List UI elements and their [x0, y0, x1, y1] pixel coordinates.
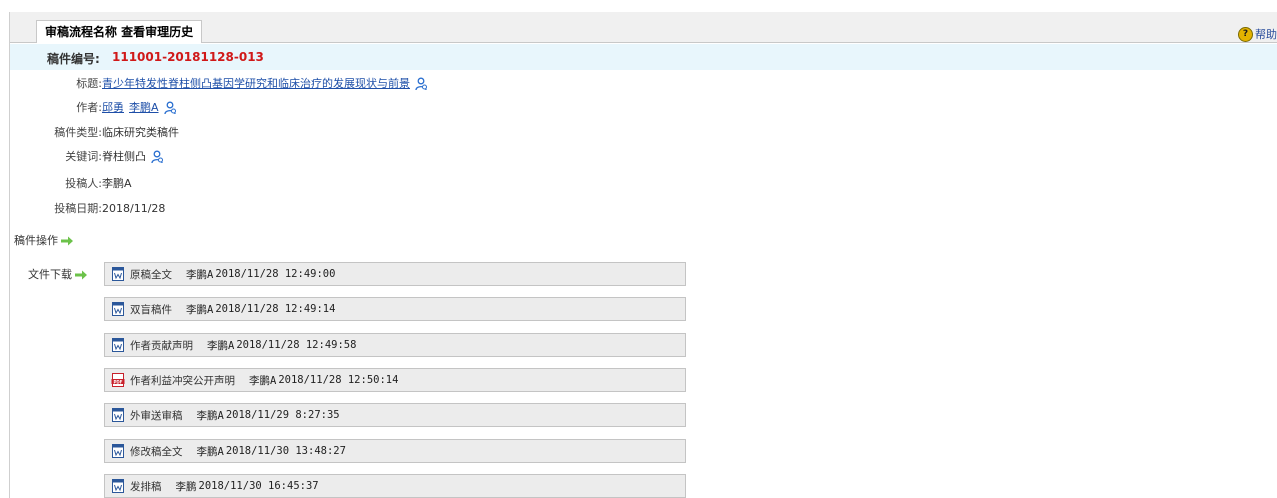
- file-uploader: 李鹏A: [249, 374, 277, 387]
- person-search-icon[interactable]: [414, 77, 428, 91]
- file-uploader: 李鹏: [175, 480, 197, 493]
- file-time: 2018/11/30 16:45:37: [198, 480, 319, 492]
- file-time: 2018/11/28 12:49:58: [236, 339, 357, 351]
- word-doc-icon: [112, 479, 124, 493]
- actions-label[interactable]: 稿件操作: [14, 232, 58, 250]
- word-doc-icon: [112, 408, 124, 422]
- date-value: 2018/11/28: [102, 202, 166, 215]
- date-row: 投稿日期: 2018/11/28: [0, 200, 165, 218]
- title-link[interactable]: 青少年特发性脊柱侧凸基因学研究和临床治疗的发展现状与前景: [102, 75, 410, 93]
- file-name[interactable]: 作者利益冲突公开声明: [130, 373, 235, 388]
- file-time: 2018/11/30 13:48:27: [225, 445, 346, 457]
- file-time: 2018/11/29 8:27:35: [225, 409, 340, 421]
- help-label: 帮助: [1255, 28, 1277, 41]
- author-link[interactable]: 邱勇: [102, 99, 124, 117]
- word-doc-icon: [112, 302, 124, 316]
- file-name[interactable]: 发排稿: [130, 479, 162, 494]
- file-name[interactable]: 作者贡献声明: [130, 338, 193, 353]
- file-name[interactable]: 外审送审稿: [130, 408, 183, 423]
- file-uploader: 李鹏A: [207, 339, 235, 352]
- svg-text:PDF: PDF: [114, 379, 123, 384]
- file-name[interactable]: 修改稿全文: [130, 444, 183, 459]
- date-label: 投稿日期:: [54, 202, 102, 215]
- type-value: 临床研究类稿件: [102, 126, 179, 139]
- manuscript-id-value: 111001-20181128-013: [112, 50, 264, 64]
- file-uploader: 李鹏A: [186, 303, 214, 316]
- file-uploader: 李鹏A: [196, 445, 224, 458]
- title-label: 标题:: [76, 77, 102, 90]
- tab-review-history[interactable]: 审稿流程名称 查看审理历史: [36, 20, 203, 43]
- file-item[interactable]: 发排稿 李鹏 2018/11/30 16:45:37: [104, 474, 686, 498]
- file-uploader: 李鹏A: [196, 409, 224, 422]
- file-uploader: 李鹏A: [186, 268, 214, 281]
- title-row: 标题: 青少年特发性脊柱侧凸基因学研究和临床治疗的发展现状与前景: [0, 75, 428, 93]
- person-search-icon[interactable]: [150, 150, 164, 164]
- file-time: 2018/11/28 12:49:00: [215, 268, 336, 280]
- word-doc-icon: [112, 338, 124, 352]
- author-link[interactable]: 李鹏A: [129, 99, 159, 117]
- word-doc-icon: [112, 267, 124, 281]
- authors-row: 作者: 邱勇 李鹏A: [0, 99, 177, 117]
- authors-label: 作者:: [76, 101, 102, 114]
- file-name[interactable]: 双盲稿件: [130, 302, 172, 317]
- help-icon: ?: [1238, 26, 1253, 42]
- actions-row[interactable]: 稿件操作: [14, 232, 74, 250]
- file-name[interactable]: 原稿全文: [130, 267, 172, 282]
- file-item[interactable]: PDF 作者利益冲突公开声明 李鹏A 2018/11/28 12:50:14: [104, 368, 686, 392]
- file-item[interactable]: 双盲稿件 李鹏A 2018/11/28 12:49:14: [104, 297, 686, 321]
- word-doc-icon: [112, 444, 124, 458]
- manuscript-id-bar: 稿件编号: 111001-20181128-013: [10, 44, 1277, 70]
- arrow-right-icon: [75, 270, 87, 280]
- tab-bar: 审稿流程名称 查看审理历史: [10, 12, 1277, 43]
- file-time: 2018/11/28 12:50:14: [278, 374, 399, 386]
- manuscript-id-label: 稿件编号:: [47, 52, 100, 66]
- downloads-label: 文件下载: [28, 268, 72, 281]
- pdf-icon: PDF: [111, 373, 125, 387]
- file-item[interactable]: 作者贡献声明 李鹏A 2018/11/28 12:49:58: [104, 333, 686, 357]
- keywords-label: 关键词:: [65, 150, 102, 163]
- file-item[interactable]: 原稿全文 李鹏A 2018/11/28 12:49:00: [104, 262, 686, 286]
- keywords-value: 脊柱侧凸: [102, 150, 146, 163]
- type-row: 稿件类型: 临床研究类稿件: [0, 124, 179, 142]
- submitter-label: 投稿人:: [65, 177, 102, 190]
- person-search-icon[interactable]: [163, 101, 177, 115]
- downloads-row: 文件下载: [28, 266, 88, 284]
- file-item[interactable]: 修改稿全文 李鹏A 2018/11/30 13:48:27: [104, 439, 686, 463]
- file-time: 2018/11/28 12:49:14: [215, 303, 336, 315]
- type-label: 稿件类型:: [54, 126, 102, 139]
- submitter-value: 李鹏A: [102, 177, 132, 190]
- submitter-row: 投稿人: 李鹏A: [0, 175, 132, 193]
- help-link[interactable]: ? 帮助: [1238, 26, 1277, 42]
- keywords-row: 关键词: 脊柱侧凸: [0, 148, 164, 166]
- arrow-right-icon: [61, 236, 73, 246]
- file-item[interactable]: 外审送审稿 李鹏A 2018/11/29 8:27:35: [104, 403, 686, 427]
